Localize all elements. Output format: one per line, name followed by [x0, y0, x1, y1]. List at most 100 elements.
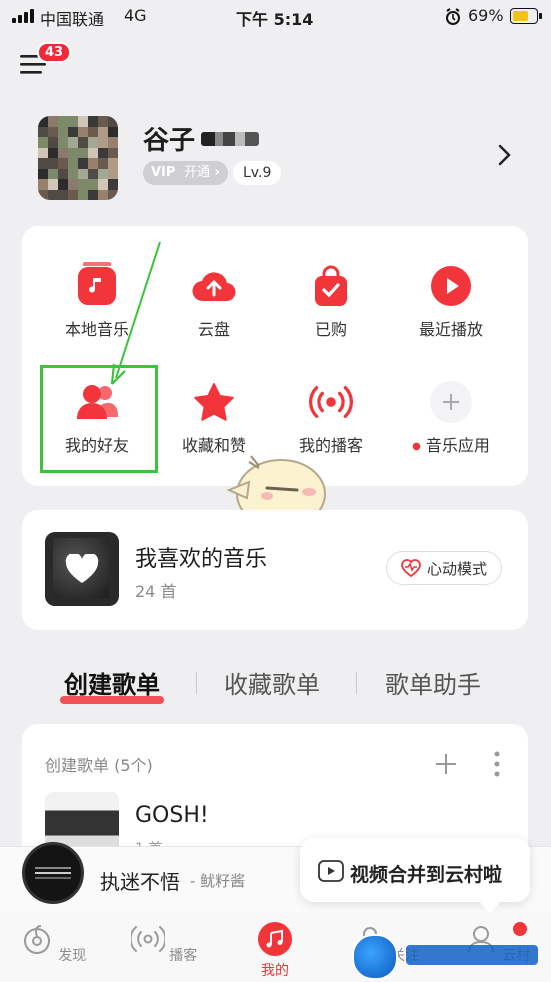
grid-purchased[interactable]: 已购: [272, 264, 390, 340]
battery-percent: 69%: [468, 6, 504, 25]
avatar-mosaic-cell: [58, 137, 68, 148]
avatar-mosaic-cell: [108, 147, 118, 158]
alarm-icon: [446, 8, 460, 25]
tab-created[interactable]: 创建歌单: [60, 665, 164, 704]
avatar-mosaic-cell: [48, 179, 58, 190]
liked-count: 24 首: [135, 582, 177, 601]
more-icon[interactable]: [490, 750, 504, 778]
avatar-mosaic-cell: [88, 147, 98, 158]
avatar-mosaic-cell: [98, 126, 108, 137]
avatar[interactable]: [38, 116, 118, 200]
avatar-mosaic-cell: [108, 158, 118, 169]
avatar-mosaic-cell: [88, 179, 98, 190]
podcast-icon: [309, 380, 353, 424]
battery-icon: [510, 8, 542, 24]
heart-mode-button[interactable]: 心动模式: [386, 551, 502, 585]
avatar-mosaic-cell: [38, 179, 48, 190]
avatar-mosaic-cell: [78, 116, 88, 127]
name-blur: [201, 131, 260, 146]
avatar-mosaic-cell: [38, 189, 48, 200]
avatar-mosaic-cell: [58, 147, 68, 158]
avatar-mosaic-cell: [68, 137, 78, 148]
avatar-mosaic-cell: [68, 126, 78, 137]
purchased-bag-icon: [309, 264, 353, 308]
nav-podcast[interactable]: 播客: [124, 922, 204, 965]
watermark-logo: [352, 934, 398, 980]
profile-name[interactable]: 谷子: [143, 120, 260, 157]
nav-label: 播客: [169, 948, 198, 964]
cover-text-art: [35, 872, 71, 874]
avatar-mosaic-cell: [88, 126, 98, 137]
grid-label: 最近播放: [418, 320, 483, 339]
nav-discover[interactable]: 发现: [13, 922, 93, 965]
avatar-mosaic-cell: [108, 189, 118, 200]
new-dot: ●: [412, 441, 421, 452]
grid-recent[interactable]: 最近播放: [392, 264, 510, 340]
avatar-mosaic-cell: [48, 168, 58, 179]
heartbeat-icon: [401, 559, 421, 577]
my-music-icon: [258, 922, 292, 956]
heart-icon: [65, 554, 99, 583]
avatar-mosaic-cell: [38, 158, 48, 169]
carrier: 中国联通: [40, 10, 105, 29]
grid-podcast[interactable]: 我的播客: [272, 380, 390, 456]
plus-icon: [429, 380, 473, 424]
grid-favorites[interactable]: 收藏和赞: [155, 380, 273, 456]
discover-icon: [23, 925, 50, 954]
avatar-mosaic-cell: [68, 168, 78, 179]
avatar-mosaic-cell: [88, 137, 98, 148]
avatar-mosaic-cell: [48, 137, 58, 148]
tab-label: 创建歌单: [64, 671, 160, 699]
avatar-mosaic-cell: [78, 168, 88, 179]
grid-label: 已购: [314, 320, 347, 339]
avatar-mosaic-cell: [78, 137, 88, 148]
grid-cloud[interactable]: 云盘: [155, 264, 273, 340]
cloud-upload-icon: [192, 264, 236, 308]
grid-label: 云盘: [197, 320, 230, 339]
avatar-mosaic-cell: [108, 137, 118, 148]
avatar-mosaic-cell: [68, 147, 78, 158]
video-icon: [318, 860, 344, 882]
tab-assistant[interactable]: 歌单助手: [385, 665, 481, 700]
avatar-mosaic-cell: [68, 158, 78, 169]
playlist-title[interactable]: GOSH!: [135, 803, 209, 828]
add-playlist-icon[interactable]: [434, 752, 458, 776]
nav-my[interactable]: 我的: [235, 922, 315, 980]
avatar-mosaic-cell: [68, 179, 78, 190]
player-artist: - 鱿籽酱: [190, 872, 246, 890]
liked-title: 我喜欢的音乐: [135, 547, 268, 572]
avatar-mosaic-cell: [98, 116, 108, 127]
avatar-mosaic-cell: [108, 168, 118, 179]
tab-collected[interactable]: 收藏歌单: [224, 665, 320, 700]
avatar-mosaic-cell: [68, 189, 78, 200]
avatar-mosaic-cell: [38, 168, 48, 179]
player-cover[interactable]: [22, 842, 84, 904]
tooltip-text: 视频合并到云村啦: [350, 864, 503, 886]
avatar-mosaic-cell: [98, 189, 108, 200]
status-bar: 中国联通 4G 下午 5:14 69%: [0, 0, 551, 34]
podcast-nav-icon: [129, 926, 167, 952]
avatar-mosaic-cell: [38, 116, 48, 127]
avatar-mosaic-cell: [98, 147, 108, 158]
vip-prefix: VIP: [151, 165, 176, 180]
recent-play-icon: [429, 264, 473, 308]
avatar-mosaic-cell: [58, 116, 68, 127]
heart-mode-label: 心动模式: [426, 559, 487, 578]
avatar-mosaic-cell: [78, 158, 88, 169]
avatar-mosaic-cell: [88, 158, 98, 169]
notification-badge: 43: [37, 42, 72, 63]
chevron-right-icon[interactable]: [497, 144, 513, 166]
tab-divider: [196, 672, 197, 694]
avatar-mosaic-cell: [48, 189, 58, 200]
avatar-mosaic-cell: [98, 137, 108, 148]
grid-music-apps[interactable]: ● 音乐应用: [392, 380, 510, 456]
avatar-mosaic-cell: [68, 116, 78, 127]
avatar-mosaic-cell: [48, 116, 58, 127]
annotation-arrow: [110, 241, 161, 385]
vip-button[interactable]: VIP 开通 ›: [143, 161, 228, 185]
avatar-mosaic-cell: [78, 179, 88, 190]
avatar-mosaic-cell: [78, 189, 88, 200]
avatar-mosaic-cell: [38, 126, 48, 137]
avatar-mosaic-cell: [78, 147, 88, 158]
avatar-mosaic-cell: [58, 168, 68, 179]
